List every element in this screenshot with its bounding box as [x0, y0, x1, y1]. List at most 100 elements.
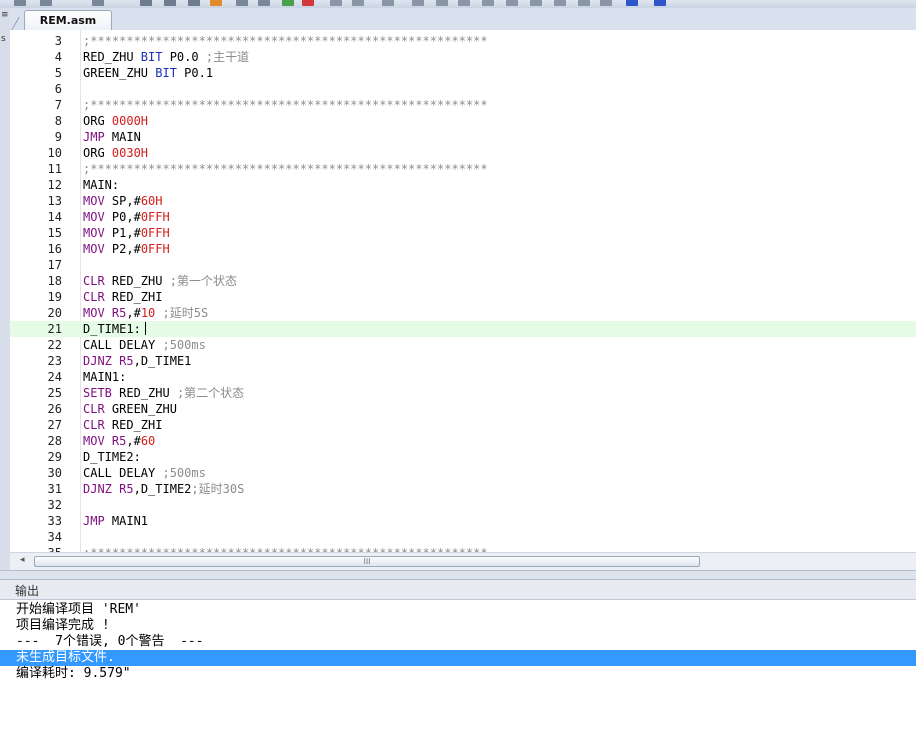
- code-line[interactable]: 24MAIN1:: [10, 369, 916, 385]
- code-token: CLR: [83, 402, 105, 416]
- code-line[interactable]: 9JMP MAIN: [10, 129, 916, 145]
- line-number: 32: [30, 497, 62, 513]
- code-line[interactable]: 26CLR GREEN_ZHU: [10, 401, 916, 417]
- toolbar-icon[interactable]: [382, 0, 394, 6]
- code-token: R5: [112, 354, 134, 368]
- line-number: 10: [30, 145, 62, 161]
- code-line[interactable]: 18CLR RED_ZHU ;第一个状态: [10, 273, 916, 289]
- code-line[interactable]: 7;**************************************…: [10, 97, 916, 113]
- code-token: MAIN1:: [83, 370, 126, 384]
- toolbar-icon[interactable]: [210, 0, 222, 6]
- code-line[interactable]: 14MOV P0,#0FFH: [10, 209, 916, 225]
- side-strip-char: ≡: [1, 10, 9, 20]
- toolbar-icon[interactable]: [654, 0, 666, 6]
- line-number: 13: [30, 193, 62, 209]
- toolbar-icon[interactable]: [600, 0, 612, 6]
- code-text: ;***************************************…: [83, 97, 488, 113]
- text-caret: [145, 322, 146, 335]
- tab-rem-asm[interactable]: REM.asm: [24, 10, 112, 30]
- code-token: MAIN:: [83, 178, 119, 192]
- toolbar-icon[interactable]: [482, 0, 494, 6]
- code-line[interactable]: 16MOV P2,#0FFH: [10, 241, 916, 257]
- code-token: D_TIME1:: [83, 322, 141, 336]
- line-number: 28: [30, 433, 62, 449]
- code-line[interactable]: 22 CALL DELAY ;500ms: [10, 337, 916, 353]
- output-line[interactable]: 开始编译项目 'REM': [0, 602, 916, 618]
- toolbar-icon[interactable]: [626, 0, 638, 6]
- code-line[interactable]: 11;*************************************…: [10, 161, 916, 177]
- toolbar-icon[interactable]: [530, 0, 542, 6]
- code-text: SETB RED_ZHU ;第二个状态: [83, 385, 244, 401]
- code-line[interactable]: 30CALL DELAY ;500ms: [10, 465, 916, 481]
- code-line[interactable]: 28MOV R5,#60: [10, 433, 916, 449]
- scrollbar-thumb[interactable]: III: [34, 556, 700, 567]
- code-token: CLR: [83, 274, 105, 288]
- toolbar-icon[interactable]: [330, 0, 342, 6]
- code-line[interactable]: 20MOV R5,#10 ;延时5S: [10, 305, 916, 321]
- code-line[interactable]: 6: [10, 81, 916, 97]
- line-number: 22: [30, 337, 62, 353]
- code-line[interactable]: 3;**************************************…: [10, 33, 916, 49]
- toolbar-icon[interactable]: [302, 0, 314, 6]
- code-line[interactable]: 8ORG 0000H: [10, 113, 916, 129]
- code-token: 60: [141, 434, 155, 448]
- code-line[interactable]: 33JMP MAIN1: [10, 513, 916, 529]
- toolbar-icon[interactable]: [92, 0, 104, 6]
- code-line[interactable]: 31DJNZ R5,D_TIME2;延时30S: [10, 481, 916, 497]
- code-token: MOV: [83, 194, 105, 208]
- code-token: MAIN1: [105, 514, 148, 528]
- horizontal-scrollbar[interactable]: ◂ III: [10, 552, 916, 570]
- code-editor[interactable]: 3;**************************************…: [10, 30, 916, 552]
- toolbar-icon[interactable]: [40, 0, 52, 6]
- code-token: ;主干道: [206, 50, 249, 64]
- code-line[interactable]: 19CLR RED_ZHI: [10, 289, 916, 305]
- scroll-left-arrow-icon[interactable]: ◂: [20, 555, 25, 565]
- code-line[interactable]: 27CLR RED_ZHI: [10, 417, 916, 433]
- toolbar-icon[interactable]: [352, 0, 364, 6]
- toolbar-icon[interactable]: [412, 0, 424, 6]
- toolbar-icon[interactable]: [188, 0, 200, 6]
- code-line[interactable]: 10ORG 0030H: [10, 145, 916, 161]
- code-line[interactable]: 5GREEN_ZHU BIT P0.1: [10, 65, 916, 81]
- toolbar-icon[interactable]: [140, 0, 152, 6]
- code-line[interactable]: 35;*************************************…: [10, 545, 916, 552]
- toolbar-icon[interactable]: [506, 0, 518, 6]
- output-line[interactable]: 项目编译完成 !: [0, 618, 916, 634]
- output-line[interactable]: --- 7个错误, 0个警告 ---: [0, 634, 916, 650]
- line-number: 9: [30, 129, 62, 145]
- code-line[interactable]: 15MOV P1,#0FFH: [10, 225, 916, 241]
- line-number: 14: [30, 209, 62, 225]
- toolbar-icon[interactable]: [436, 0, 448, 6]
- code-token: RED_ZHU: [83, 50, 141, 64]
- code-line[interactable]: 29D_TIME2:: [10, 449, 916, 465]
- code-token: DJNZ: [83, 482, 112, 496]
- line-number: 25: [30, 385, 62, 401]
- code-line[interactable]: 12MAIN:: [10, 177, 916, 193]
- current-code-line[interactable]: 21D_TIME1:: [10, 321, 916, 337]
- code-line[interactable]: 13MOV SP,#60H: [10, 193, 916, 209]
- code-token: P0,#: [105, 210, 141, 224]
- code-line[interactable]: 25 SETB RED_ZHU ;第二个状态: [10, 385, 916, 401]
- code-line[interactable]: 23DJNZ R5,D_TIME1: [10, 353, 916, 369]
- code-line[interactable]: 34: [10, 529, 916, 545]
- code-text: CALL DELAY ;500ms: [83, 337, 206, 353]
- panel-splitter[interactable]: [0, 570, 916, 580]
- code-token: RED_ZHU: [105, 274, 170, 288]
- toolbar-icon[interactable]: [554, 0, 566, 6]
- toolbar-icon[interactable]: [258, 0, 270, 6]
- code-text: CLR RED_ZHI: [83, 417, 162, 433]
- output-line-selected[interactable]: 未生成目标文件.: [0, 650, 916, 666]
- code-line[interactable]: 17: [10, 257, 916, 273]
- toolbar-icon[interactable]: [578, 0, 590, 6]
- line-number: 6: [30, 81, 62, 97]
- toolbar-icon[interactable]: [458, 0, 470, 6]
- code-line[interactable]: 32: [10, 497, 916, 513]
- toolbar-icon[interactable]: [14, 0, 26, 6]
- toolbar-icon[interactable]: [282, 0, 294, 6]
- toolbar-icon[interactable]: [164, 0, 176, 6]
- output-panel[interactable]: 开始编译项目 'REM'项目编译完成 !--- 7个错误, 0个警告 ---未生…: [0, 600, 916, 747]
- code-line[interactable]: 4RED_ZHU BIT P0.0 ;主干道: [10, 49, 916, 65]
- toolbar-icon[interactable]: [236, 0, 248, 6]
- code-text: D_TIME2:: [83, 449, 141, 465]
- output-line[interactable]: 编译耗时: 9.579": [0, 666, 916, 682]
